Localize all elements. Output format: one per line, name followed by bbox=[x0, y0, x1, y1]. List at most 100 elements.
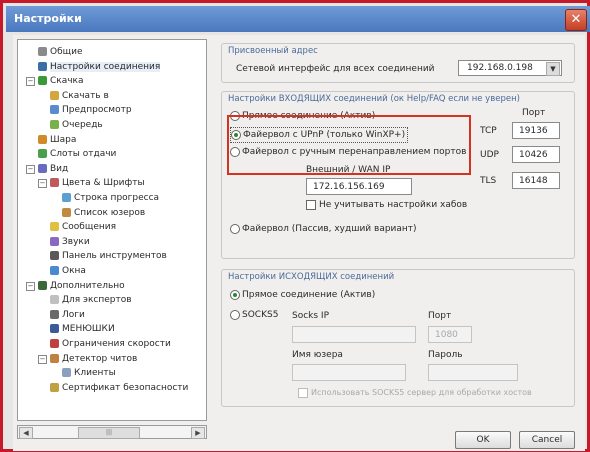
ok-button[interactable]: OK bbox=[455, 431, 511, 449]
advanced-icon bbox=[38, 280, 47, 290]
tree-item[interactable]: МЕНЮШКИ bbox=[50, 323, 115, 335]
outgoing-connections-section: Настройки ИСХОДЯЩИХ соединений Прямое со… bbox=[221, 269, 575, 407]
tree-item[interactable]: Настройки соединения bbox=[38, 61, 161, 73]
expert-icon bbox=[50, 295, 59, 305]
cancel-button[interactable]: Cancel bbox=[519, 431, 575, 449]
tree-expander-icon[interactable]: − bbox=[38, 354, 47, 364]
udp-label: UDP bbox=[480, 150, 499, 160]
tree-item[interactable]: Звуки bbox=[50, 236, 90, 248]
wan-ip-value: 172.16.156.169 bbox=[313, 182, 385, 192]
settings-window: Настройки ✕ Общие Настройки соединения − Ск… bbox=[0, 0, 590, 452]
tree-item-label: МЕНЮШКИ bbox=[62, 324, 115, 335]
tcp-label: TCP bbox=[480, 126, 497, 136]
tls-port-input[interactable]: 16148 bbox=[512, 172, 560, 189]
window-title: Настройки bbox=[14, 12, 82, 25]
tree-item[interactable]: Ограничения скорости bbox=[50, 338, 171, 350]
tree-item[interactable]: Панель инструментов bbox=[50, 250, 167, 262]
wan-ip-input[interactable]: 172.16.156.169 bbox=[306, 178, 412, 195]
tree-item-label: Очередь bbox=[62, 120, 103, 130]
tcp-port-input[interactable]: 19136 bbox=[512, 122, 560, 139]
tree-item[interactable]: Скачать в bbox=[50, 90, 109, 102]
tree-item-label: Звуки bbox=[62, 236, 90, 247]
password-input[interactable] bbox=[428, 364, 518, 381]
close-icon: ✕ bbox=[570, 12, 582, 27]
ignore-hub-label: Не учитывать настройки хабов bbox=[319, 200, 468, 210]
tree-item[interactable]: Скачка bbox=[38, 75, 84, 87]
tree-item[interactable]: Очередь bbox=[50, 119, 103, 131]
socks-resolve-checkbox[interactable]: Использовать SOCKS5 сервер для обработки… bbox=[298, 386, 532, 400]
tree-item[interactable]: Предпросмотр bbox=[50, 104, 132, 116]
tree-item[interactable]: Строка прогресса bbox=[62, 192, 159, 204]
username-label: Имя юзера bbox=[292, 350, 343, 360]
radio-direct-outgoing-label: Прямое соединение (Актив) bbox=[242, 290, 376, 300]
socks-port-value: 1080 bbox=[435, 330, 458, 340]
tree-expander-icon[interactable]: − bbox=[26, 281, 35, 291]
download-icon bbox=[38, 76, 47, 86]
tree-item-label: Сообщения bbox=[62, 222, 117, 233]
network-interface-select[interactable]: 192.168.0.198 ▼ bbox=[458, 60, 562, 76]
toolbar-icon bbox=[50, 251, 59, 261]
menu-icon bbox=[50, 324, 59, 334]
network-interface-value: 192.168.0.198 bbox=[467, 63, 533, 73]
tree-item[interactable]: Клиенты bbox=[62, 367, 116, 379]
tree-item[interactable]: Для экспертов bbox=[50, 294, 132, 306]
tree-item[interactable]: Дополнительно bbox=[38, 280, 125, 292]
tree-item[interactable]: Детектор читов bbox=[50, 353, 137, 365]
view-icon bbox=[38, 163, 47, 173]
checkbox-icon bbox=[298, 387, 308, 398]
close-button[interactable]: ✕ bbox=[565, 9, 587, 31]
tree-expander-icon[interactable]: − bbox=[26, 164, 35, 174]
settings-tree[interactable]: Общие Настройки соединения − Скачка Скачать … bbox=[17, 39, 207, 421]
password-label: Пароль bbox=[428, 350, 463, 360]
radio-socks5[interactable]: SOCKS5 bbox=[230, 308, 278, 322]
radio-passive-firewall[interactable]: Файервол (Пассив, худший вариант) bbox=[230, 222, 417, 236]
scroll-thumb[interactable]: ||| bbox=[78, 427, 140, 439]
tree-item-label: Список юзеров bbox=[74, 207, 146, 218]
socks-resolve-label: Использовать SOCKS5 сервер для обработки… bbox=[311, 388, 532, 397]
tree-item-label: Детектор читов bbox=[62, 353, 138, 364]
tree-item[interactable]: Общие bbox=[38, 46, 83, 58]
socks-ip-input[interactable] bbox=[292, 326, 416, 343]
checkbox-icon bbox=[306, 199, 316, 210]
folder-icon bbox=[50, 90, 59, 100]
tree-expander-icon[interactable]: − bbox=[26, 77, 35, 87]
tree-item-label: Ограничения скорости bbox=[62, 339, 171, 349]
scroll-right-button[interactable]: ▶ bbox=[191, 427, 205, 439]
tls-port-value: 16148 bbox=[519, 176, 548, 186]
udp-port-value: 10426 bbox=[519, 150, 548, 160]
tree-item-label: Логи bbox=[62, 309, 85, 320]
socks-ip-label: Socks IP bbox=[292, 311, 330, 321]
ignore-hub-settings-checkbox[interactable]: Не учитывать настройки хабов bbox=[306, 198, 467, 212]
tree-item[interactable]: Слоты отдачи bbox=[38, 148, 116, 160]
tree-item[interactable]: Сертификат безопасности bbox=[50, 382, 188, 394]
gear-icon bbox=[38, 47, 47, 56]
tree-item[interactable]: Сообщения bbox=[50, 221, 116, 233]
tree-item-label: Скачать в bbox=[62, 90, 109, 101]
assigned-address-section: Присвоенный адрес Сетевой интерфейс для … bbox=[221, 43, 575, 83]
tree-item[interactable]: Логи bbox=[50, 309, 85, 321]
username-input[interactable] bbox=[292, 364, 406, 381]
title-bar[interactable]: Настройки ✕ bbox=[6, 6, 590, 32]
tree-item[interactable]: Вид bbox=[38, 163, 68, 175]
chevron-down-icon: ▼ bbox=[546, 62, 560, 76]
highlight-annotation bbox=[227, 115, 471, 175]
incoming-connections-title: Настройки ВХОДЯЩИХ соединений (ок Help/F… bbox=[228, 94, 520, 104]
assigned-address-title: Присвоенный адрес bbox=[228, 46, 318, 56]
log-icon bbox=[50, 309, 59, 319]
udp-port-input[interactable]: 10426 bbox=[512, 146, 560, 163]
tree-item[interactable]: Окна bbox=[50, 265, 86, 277]
tree-item[interactable]: Шара bbox=[38, 134, 76, 146]
users-icon bbox=[62, 207, 71, 217]
scroll-left-button[interactable]: ◀ bbox=[19, 427, 33, 439]
tree-item-label: Скачка bbox=[50, 76, 84, 87]
tree-item[interactable]: Цвета & Шрифты bbox=[50, 177, 145, 189]
tcp-port-value: 19136 bbox=[519, 126, 548, 136]
tree-item-label: Строка прогресса bbox=[74, 193, 160, 203]
tree-expander-icon[interactable]: − bbox=[38, 179, 47, 189]
tls-label: TLS bbox=[480, 176, 497, 186]
radio-direct-outgoing[interactable]: Прямое соединение (Актив) bbox=[230, 288, 375, 302]
sound-icon bbox=[50, 236, 59, 246]
tree-item[interactable]: Список юзеров bbox=[62, 207, 145, 219]
tree-horizontal-scrollbar[interactable]: ◀ ||| ▶ bbox=[17, 425, 207, 439]
socks-port-input[interactable]: 1080 bbox=[428, 326, 472, 343]
